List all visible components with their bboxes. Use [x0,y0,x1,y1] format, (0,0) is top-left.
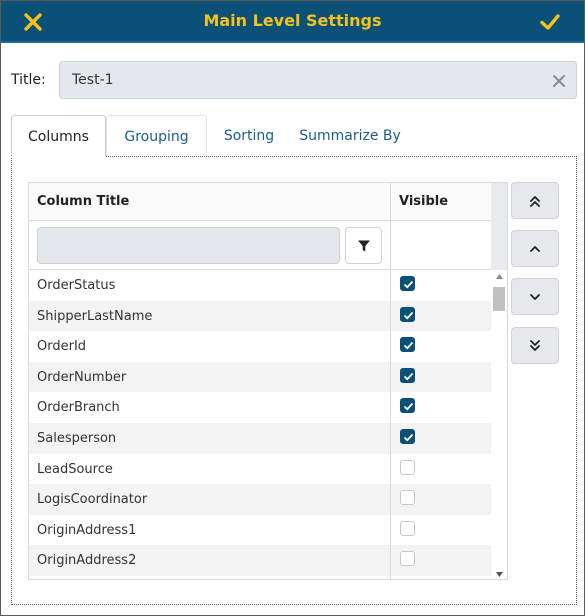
tab-grouping[interactable]: Grouping [106,115,207,157]
table-row[interactable]: OrderId [29,331,491,362]
check-icon [540,14,560,30]
title-row: Title: Test-1 [11,61,577,99]
chevron-up-icon [530,246,540,252]
row-column-title: LogisCoordinator [37,492,148,508]
tab-sorting[interactable]: Sorting [207,115,291,157]
row-column-title: OrderBranch [37,400,120,416]
scroll-down-arrow-icon[interactable] [496,572,503,577]
row-column-title: ShipperLastName [37,308,153,324]
row-column-title: OrderId [37,339,87,355]
row-column-title: LeadSource [37,461,113,477]
move-to-top-button[interactable] [511,182,559,219]
visible-checkbox[interactable] [400,367,415,383]
row-column-title: OrderNumber [37,369,127,385]
visible-checkbox[interactable] [400,459,415,475]
move-to-bottom-button[interactable] [511,327,559,364]
grid-header: Column Title Visible [29,183,491,221]
table-row[interactable]: LeadSource [29,454,491,485]
tab-columns[interactable]: Columns [11,115,106,157]
checkmark-icon [403,372,414,381]
columns-panel: Column Title Visible OrderStatus Shipper… [11,156,577,605]
tab-summarize-by[interactable]: Summarize By [291,115,409,157]
checkmark-icon [403,280,414,289]
table-row[interactable]: OrderBranch [29,392,491,423]
table-row[interactable]: OriginAddress1 [29,515,491,546]
visible-checkbox[interactable] [400,276,415,291]
filter-icon [358,240,370,252]
grid-rows: OrderStatus ShipperLastName OrderId Orde… [29,270,491,579]
double-chevron-down-icon [530,340,540,351]
main-level-settings-dialog: Main Level Settings Title: Test-1 Column… [0,0,585,616]
columns-grid: Column Title Visible OrderStatus Shipper… [28,182,508,580]
move-down-button[interactable] [511,278,559,315]
title-input-value: Test-1 [72,72,114,88]
grid-scrollbar[interactable] [491,270,507,579]
filter-row [29,221,491,270]
table-row[interactable]: ShipperLastName [29,300,491,332]
tab-bar: Columns Grouping Sorting Summarize By [11,115,577,157]
column-separator [390,183,391,579]
table-row[interactable]: OrderNumber [29,361,491,393]
column-filter-input[interactable] [37,227,340,264]
scroll-up-arrow-icon[interactable] [496,274,503,279]
checkmark-icon [403,433,414,442]
confirm-button[interactable] [538,10,562,34]
visible-checkbox[interactable] [400,306,415,322]
title-input[interactable]: Test-1 [59,61,577,99]
row-column-title: Salesperson [37,431,117,446]
checkmark-icon [403,342,414,350]
scrollbar-thumb[interactable] [493,287,505,311]
visible-checkbox[interactable] [400,398,415,414]
table-row[interactable]: OrderStatus [29,270,491,301]
visible-checkbox[interactable] [400,429,415,444]
chevron-down-icon [530,294,540,300]
column-title-header[interactable]: Column Title [37,194,129,209]
visible-checkbox[interactable] [400,551,415,567]
dialog-header: Main Level Settings [1,1,584,43]
visible-header[interactable]: Visible [399,194,448,209]
table-row[interactable]: LogisCoordinator [29,484,491,515]
visible-checkbox[interactable] [400,520,415,536]
visible-checkbox[interactable] [400,337,415,353]
checkmark-icon [403,403,414,411]
table-row[interactable]: Salesperson [29,423,491,454]
visible-checkbox[interactable] [400,490,415,506]
clear-icon [553,75,565,87]
row-column-title: OrderStatus [37,278,116,293]
filter-button[interactable] [345,227,382,264]
grid-header-scroll-gutter [491,183,507,270]
double-chevron-up-icon [530,196,540,207]
row-column-title: OriginAddress1 [37,522,137,538]
table-row[interactable]: OriginAddress2 [29,545,491,576]
move-up-button[interactable] [511,230,559,267]
row-column-title: OriginAddress2 [37,553,137,569]
dialog-title: Main Level Settings [203,11,382,30]
clear-title-button[interactable] [552,73,566,87]
title-label: Title: [11,72,46,88]
checkmark-icon [403,311,414,320]
